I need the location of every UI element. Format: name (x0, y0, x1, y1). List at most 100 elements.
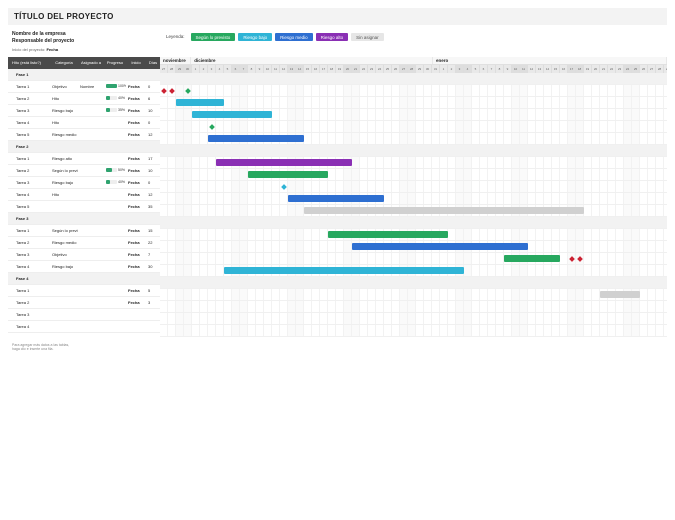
task-name: Tarea 3 (8, 312, 50, 317)
gantt-bar[interactable] (176, 99, 224, 106)
task-days: 10 (146, 168, 160, 173)
day-cell: 31 (432, 65, 440, 73)
start-label: Inicio del proyecto: (12, 47, 45, 52)
task-name: Tarea 1 (8, 288, 50, 293)
task-name: Tarea 2 (8, 168, 50, 173)
phase-row[interactable]: Fase 3 (8, 213, 160, 225)
task-row[interactable]: Tarea 1ObjetivoNombre100%Fecha0 (8, 81, 160, 93)
task-row[interactable]: Tarea 3Riesgo bajo40%Fecha0 (8, 177, 160, 189)
day-cell: 16 (560, 65, 568, 73)
task-row[interactable]: Tarea 3ObjetivoFecha7 (8, 249, 160, 261)
day-cell: 29 (176, 65, 184, 73)
day-cell: 21 (352, 65, 360, 73)
project-title: TÍTULO DEL PROYECTO (14, 12, 661, 21)
task-row[interactable]: Tarea 5Fecha35 (8, 201, 160, 213)
col-name: Hito (está listo?) (8, 60, 50, 65)
task-progress: 35% (104, 108, 126, 112)
day-cell: 26 (640, 65, 648, 73)
task-category: Hito (50, 192, 78, 197)
col-days: Días (146, 60, 160, 65)
task-row[interactable]: Tarea 3Riesgo bajo35%Fecha10 (8, 105, 160, 117)
task-category: Hito (50, 120, 78, 125)
task-row[interactable]: Tarea 1Según lo previsto Fecha15 (8, 225, 160, 237)
task-category: Riesgo bajo (50, 108, 78, 113)
task-row[interactable]: Tarea 3 (8, 309, 160, 321)
task-start: Fecha (126, 84, 146, 89)
task-row[interactable]: Tarea 2Hito40%Fecha6 (8, 93, 160, 105)
task-name: Tarea 1 (8, 228, 50, 233)
task-name: Tarea 2 (8, 240, 50, 245)
task-start: Fecha (126, 192, 146, 197)
month-label: noviembre (160, 57, 191, 64)
task-row[interactable]: Tarea 4HitoFecha0 (8, 117, 160, 129)
day-cell: 13 (288, 65, 296, 73)
task-name: Tarea 1 (8, 84, 50, 89)
day-cell: 22 (360, 65, 368, 73)
gantt-bar[interactable] (216, 159, 352, 166)
task-row[interactable]: Tarea 2Fecha3 (8, 297, 160, 309)
day-cell: 27 (400, 65, 408, 73)
task-start: Fecha (126, 180, 146, 185)
task-start: Fecha (126, 228, 146, 233)
day-cell: 16 (312, 65, 320, 73)
task-start: Fecha (126, 300, 146, 305)
day-cell: 5 (472, 65, 480, 73)
gantt-bar[interactable] (504, 255, 560, 262)
day-cell: 29 (416, 65, 424, 73)
day-cell: 27 (160, 65, 168, 73)
day-cell: 22 (608, 65, 616, 73)
task-row[interactable]: Tarea 1Fecha5 (8, 285, 160, 297)
task-row[interactable]: Tarea 4 (8, 321, 160, 333)
day-cell: 11 (272, 65, 280, 73)
month-label: diciembre (191, 57, 433, 64)
task-row[interactable]: Tarea 2Según lo previsto50%Fecha10 (8, 165, 160, 177)
task-category: Riesgo bajo (50, 180, 78, 185)
task-row[interactable]: Tarea 4Riesgo bajoFecha30 (8, 261, 160, 273)
task-days: 6 (146, 96, 160, 101)
phase-row[interactable]: Fase 4 (8, 273, 160, 285)
gantt-bar[interactable] (224, 267, 464, 274)
gantt-bar[interactable] (208, 135, 304, 142)
day-cell: 26 (392, 65, 400, 73)
legend: Leyenda: Según lo previstoRiesgo bajoRie… (166, 31, 384, 53)
gantt-bar[interactable] (248, 171, 328, 178)
task-category: Según lo previsto (50, 228, 78, 233)
task-name: Tarea 4 (8, 120, 50, 125)
project-meta: Nombre de la empresa Responsable del pro… (8, 31, 160, 53)
task-progress: 40% (104, 96, 126, 100)
gantt-bar[interactable] (352, 243, 528, 250)
day-cell: 3 (208, 65, 216, 73)
task-row[interactable]: Tarea 1Riesgo altoFecha17 (8, 153, 160, 165)
gantt-bar[interactable] (304, 207, 584, 214)
gantt-bar[interactable] (328, 231, 448, 238)
task-progress: 100% (104, 84, 126, 88)
day-cell: 20 (344, 65, 352, 73)
gantt-bar[interactable] (192, 111, 272, 118)
task-days: 0 (146, 84, 160, 89)
task-name: Tarea 5 (8, 204, 50, 209)
content: Hito (está listo?) Categoría Asignado a … (8, 57, 667, 337)
task-start: Fecha (126, 156, 146, 161)
gantt-bar[interactable] (600, 291, 640, 298)
task-days: 7 (146, 252, 160, 257)
day-cell: 17 (568, 65, 576, 73)
legend-chip: Sin asignar (351, 33, 384, 41)
phase-row[interactable]: Fase 1 (8, 69, 160, 81)
company-name: Nombre de la empresa (12, 31, 160, 38)
task-days: 5 (146, 288, 160, 293)
day-cell: 8 (496, 65, 504, 73)
task-row[interactable]: Tarea 2Riesgo medioFecha22 (8, 237, 160, 249)
day-cell: 11 (520, 65, 528, 73)
day-cell: 15 (304, 65, 312, 73)
task-rows: Fase 1Tarea 1ObjetivoNombre100%Fecha0Tar… (8, 69, 160, 333)
task-category: Riesgo medio (50, 132, 78, 137)
month-axis: noviembrediciembreenero (160, 57, 667, 65)
task-row[interactable]: Tarea 5Riesgo medioFecha12 (8, 129, 160, 141)
task-row[interactable]: Tarea 4HitoFecha12 (8, 189, 160, 201)
day-cell: 4 (464, 65, 472, 73)
task-days: 15 (146, 228, 160, 233)
day-cell: 19 (336, 65, 344, 73)
phase-row[interactable]: Fase 2 (8, 141, 160, 153)
footnote: Para agregar más datos a las tablas,haga… (8, 343, 667, 352)
gantt-bar[interactable] (288, 195, 384, 202)
